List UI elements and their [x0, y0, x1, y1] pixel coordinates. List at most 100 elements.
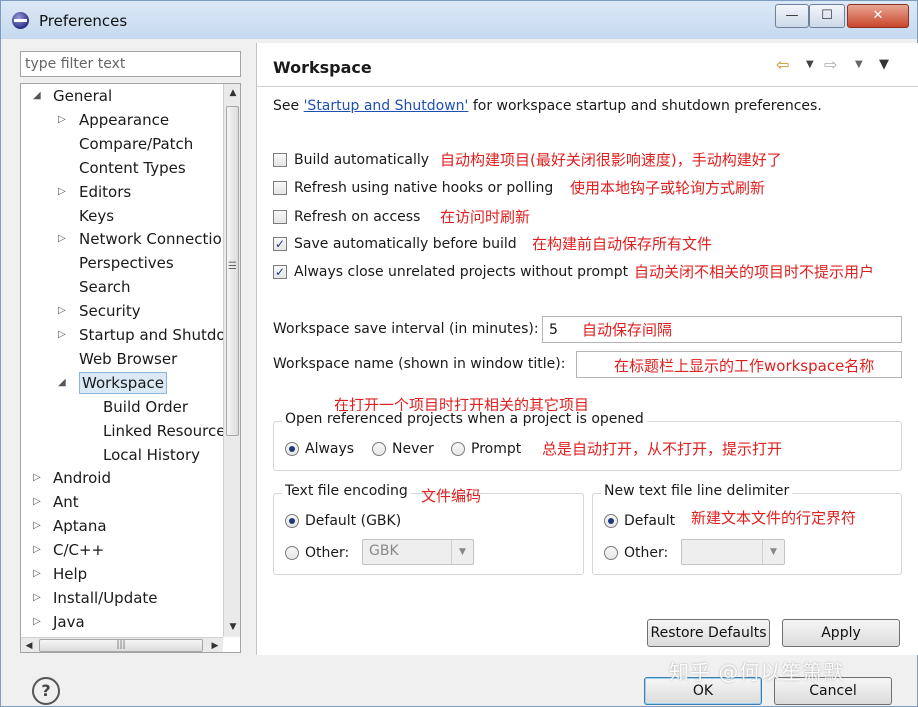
- scroll-up-icon[interactable]: ▲: [224, 84, 240, 102]
- checkbox-label: Refresh using native hooks or polling: [294, 180, 554, 196]
- tree-item[interactable]: ▷ C/C++: [21, 539, 221, 561]
- text-encoding-annotation: 文件编码: [421, 487, 482, 505]
- tree-item-label: Keys: [79, 206, 115, 225]
- tree-collapsed-icon[interactable]: ▷: [33, 467, 41, 489]
- checkbox-annotation: 在构建前自动保存所有文件: [532, 235, 713, 253]
- tree-item[interactable]: ▷ Network Connectio: [21, 228, 222, 250]
- tree-item[interactable]: ▷ Install/Update: [21, 587, 221, 609]
- tree-item[interactable]: Web Browser: [21, 348, 221, 370]
- tree-item[interactable]: ◢ Workspace: [21, 371, 221, 394]
- tree-collapsed-icon[interactable]: ▷: [58, 181, 66, 203]
- open-referenced-group: Open referenced projects when a project …: [273, 411, 902, 471]
- forward-arrow-icon[interactable]: ⇨: [824, 55, 837, 74]
- minimize-button[interactable]: —: [775, 4, 809, 28]
- tree-item-label: Network Connectio: [79, 230, 222, 249]
- tree-item[interactable]: ◢ General: [21, 85, 221, 107]
- tree-expanded-icon[interactable]: ◢: [33, 85, 41, 107]
- tree-item[interactable]: Build Order: [21, 396, 221, 418]
- scroll-left-icon[interactable]: ◀: [21, 638, 37, 652]
- tree-item[interactable]: ▷ Android: [21, 467, 221, 489]
- checkbox-checked[interactable]: ✓: [273, 265, 287, 279]
- checkbox-unchecked[interactable]: [273, 181, 287, 195]
- page-description: See 'Startup and Shutdown' for workspace…: [273, 98, 822, 114]
- tree-collapsed-icon[interactable]: ▷: [33, 611, 41, 633]
- chevron-down-icon[interactable]: ▼: [762, 540, 784, 564]
- radio-delimiter-default-button[interactable]: [604, 514, 618, 528]
- tree-item[interactable]: ▷ Appearance: [21, 109, 221, 131]
- tree-item-label: Linked Resource: [103, 421, 226, 440]
- tree-item-label: Java: [53, 612, 85, 631]
- tree-horizontal-scrollbar[interactable]: ◀ ||| ▶: [21, 637, 223, 652]
- tree-item[interactable]: ▷ Aptana: [21, 515, 221, 537]
- tree-item[interactable]: ▷ Help: [21, 563, 221, 585]
- delimiter-combo[interactable]: ▼: [681, 539, 785, 565]
- checkbox-unchecked[interactable]: [273, 153, 287, 167]
- tree-item[interactable]: Perspectives: [21, 252, 221, 274]
- line-delimiter-group: New text file line delimiter Default 新建文…: [592, 483, 902, 575]
- tree-item[interactable]: Content Types: [21, 157, 221, 179]
- tree-item[interactable]: Keys: [21, 205, 221, 227]
- tree-collapsed-icon[interactable]: ▷: [33, 491, 41, 513]
- encoding-combo[interactable]: GBK ▼: [362, 539, 474, 565]
- horizontal-scroll-thumb[interactable]: |||: [39, 639, 203, 652]
- tree-item-label: General: [53, 87, 113, 105]
- workspace-page: Workspace ⇦ ▼ ⇨ ▼ ▼ See 'Startup and Shu…: [256, 43, 918, 655]
- scroll-right-icon[interactable]: ▶: [207, 638, 223, 652]
- checkbox-annotation: 自动构建项目(最好关闭很影响速度)，手动构建好了: [440, 151, 782, 169]
- tree-item-label: Workspace: [79, 371, 167, 394]
- radio-never-button[interactable]: [372, 442, 386, 456]
- tree-item[interactable]: Linked Resource: [21, 420, 226, 442]
- tree-collapsed-icon[interactable]: ▷: [58, 228, 66, 250]
- tree-item[interactable]: Search: [21, 276, 221, 298]
- help-icon[interactable]: ?: [32, 677, 60, 705]
- page-title: Workspace: [273, 58, 372, 77]
- tree-item[interactable]: ▷ Security: [21, 300, 221, 322]
- workspace-name-label: Workspace name (shown in window title):: [273, 356, 566, 372]
- apply-button[interactable]: Apply: [782, 619, 900, 647]
- startup-shutdown-link[interactable]: 'Startup and Shutdown': [304, 98, 469, 114]
- save-interval-label: Workspace save interval (in minutes):: [273, 321, 539, 337]
- checkbox-annotation: 自动关闭不相关的项目时不提示用户: [634, 263, 875, 281]
- tree-item[interactable]: Local History: [21, 444, 221, 466]
- tree-collapsed-icon[interactable]: ▷: [58, 324, 66, 346]
- tree-item[interactable]: Compare/Patch: [21, 133, 221, 155]
- back-arrow-icon[interactable]: ⇦: [776, 55, 789, 74]
- tree-expanded-icon[interactable]: ◢: [58, 372, 66, 394]
- restore-defaults-button[interactable]: Restore Defaults: [647, 619, 770, 647]
- radio-prompt-button[interactable]: [451, 442, 465, 456]
- forward-history-chevron-icon[interactable]: ▼: [855, 59, 863, 70]
- tree-collapsed-icon[interactable]: ▷: [33, 515, 41, 537]
- scroll-grip-icon: ☰: [228, 261, 237, 272]
- tree-item[interactable]: ▷ Ant: [21, 491, 221, 513]
- tree-item[interactable]: ▷ Startup and Shutdov: [21, 324, 234, 346]
- tree-item-label: Aptana: [53, 517, 107, 536]
- radio-encoding-default-button[interactable]: [285, 514, 299, 528]
- tree-collapsed-icon[interactable]: ▷: [33, 539, 41, 561]
- scroll-down-icon[interactable]: ▼: [224, 618, 240, 636]
- tree-item-label: Help: [53, 565, 88, 583]
- view-menu-chevron-icon[interactable]: ▼: [879, 57, 889, 72]
- tree-vertical-scrollbar[interactable]: ▲ ☰ ▼: [223, 84, 240, 637]
- tree-collapsed-icon[interactable]: ▷: [58, 109, 66, 131]
- tree-collapsed-icon[interactable]: ▷: [33, 587, 41, 609]
- tree-collapsed-icon[interactable]: ▷: [58, 300, 66, 322]
- tree-item-label: Appearance: [79, 110, 170, 129]
- tree-item[interactable]: ▷ Java: [21, 611, 221, 633]
- checkbox-label: Refresh on access: [294, 209, 421, 225]
- radio-always-button[interactable]: [285, 442, 299, 456]
- close-button[interactable]: ✕: [847, 4, 909, 28]
- radio-encoding-other-button[interactable]: [285, 546, 299, 560]
- filter-input[interactable]: [20, 51, 241, 77]
- checkbox-unchecked[interactable]: [273, 210, 287, 224]
- tree-item-label: Local History: [103, 445, 201, 464]
- checkbox-checked[interactable]: ✓: [273, 237, 287, 251]
- maximize-button[interactable]: ☐: [809, 4, 845, 28]
- tree-collapsed-icon[interactable]: ▷: [33, 563, 41, 585]
- preference-tree: ◢ General ▷ Appearance Compare/Patch Content …: [20, 83, 241, 653]
- radio-delimiter-other-button[interactable]: [604, 546, 618, 560]
- tree-item-label: Android: [53, 469, 111, 488]
- back-history-chevron-icon[interactable]: ▼: [806, 59, 814, 70]
- tree-item-label: Perspectives: [79, 254, 174, 273]
- chevron-down-icon[interactable]: ▼: [451, 540, 473, 564]
- tree-item[interactable]: ▷ Editors: [21, 181, 221, 203]
